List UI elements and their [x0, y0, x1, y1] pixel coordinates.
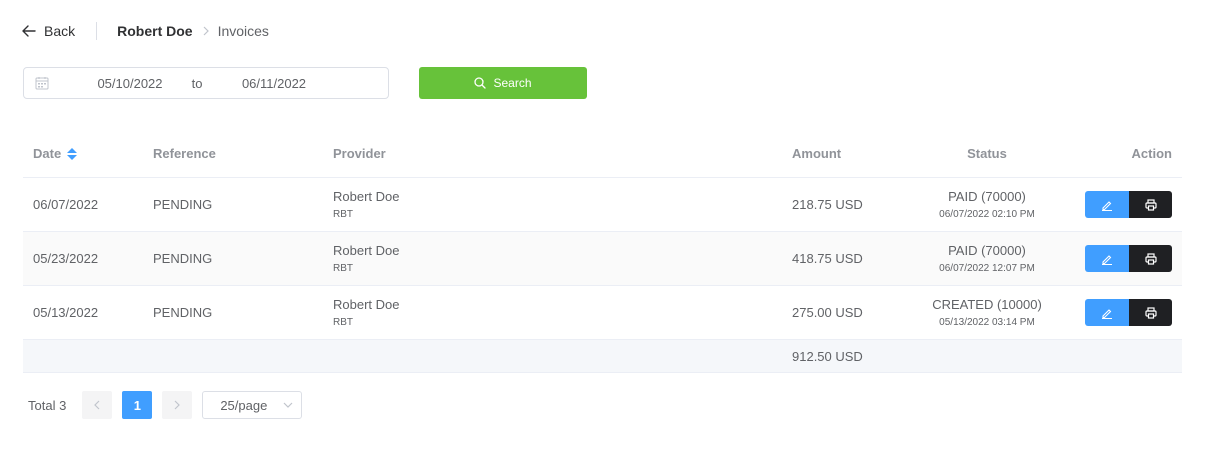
status-timestamp: 06/07/2022 12:07 PM: [939, 263, 1035, 274]
row-actions: [1085, 286, 1172, 339]
row-amount: 418.75 USD: [792, 251, 863, 266]
column-header-date[interactable]: Date: [33, 130, 78, 177]
printer-icon: [1144, 252, 1157, 265]
header-divider: [96, 22, 98, 40]
edit-icon: [1102, 200, 1112, 211]
arrow-left-icon: [22, 25, 36, 37]
column-header-action: Action: [1131, 146, 1172, 161]
status-text: PAID (70000): [948, 189, 1026, 204]
breadcrumb-page: Invoices: [217, 23, 269, 39]
chevron-down-icon: [283, 402, 293, 408]
breadcrumb: Robert Doe Invoices: [117, 23, 269, 39]
provider-name: Robert Doe: [333, 243, 400, 258]
search-icon: [474, 77, 487, 89]
status-timestamp: 05/13/2022 03:14 PM: [939, 317, 1035, 328]
end-date-input[interactable]: 06/11/2022: [224, 76, 324, 91]
table-header: Date Reference Provider Amount Status Ac…: [23, 130, 1182, 178]
row-status: CREATED (10000) 05/13/2022 03:14 PM: [897, 286, 1077, 339]
row-reference: PENDING: [153, 251, 213, 266]
page-size-select[interactable]: 25/page: [202, 391, 303, 419]
chevron-left-icon: [94, 400, 100, 410]
edit-icon: [1102, 308, 1112, 319]
next-page-button[interactable]: [162, 391, 193, 419]
row-provider: Robert Doe RBT: [333, 178, 399, 231]
column-header-reference: Reference: [153, 146, 216, 161]
pagination: Total 3 1 25/page: [28, 391, 303, 419]
calendar-icon: [35, 77, 49, 90]
breadcrumb-user[interactable]: Robert Doe: [117, 23, 192, 39]
row-date: 05/13/2022: [33, 305, 99, 320]
table-row: 05/13/2022 PENDING Robert Doe RBT 275.00…: [23, 286, 1182, 340]
date-range-separator: to: [191, 75, 203, 91]
edit-icon: [1102, 254, 1112, 265]
column-header-status: Status: [967, 146, 1007, 161]
chevron-right-icon: [174, 400, 181, 410]
column-header-amount: Amount: [792, 146, 842, 161]
table-row: 06/07/2022 PENDING Robert Doe RBT 218.75…: [23, 178, 1182, 232]
page-size-value: 25/page: [220, 397, 268, 413]
chevron-right-icon: [203, 26, 209, 36]
summary-amount: 912.50 USD: [792, 348, 863, 364]
prev-page-button[interactable]: [82, 391, 113, 419]
row-provider: Robert Doe RBT: [333, 286, 399, 339]
search-button-label: Search: [493, 76, 532, 90]
row-status: PAID (70000) 06/07/2022 12:07 PM: [897, 232, 1077, 285]
row-date: 06/07/2022: [33, 197, 99, 212]
column-header-provider: Provider: [333, 146, 386, 161]
print-button[interactable]: [1129, 299, 1172, 326]
status-text: CREATED (10000): [932, 297, 1042, 312]
status-text: PAID (70000): [948, 243, 1026, 258]
edit-button[interactable]: [1085, 299, 1129, 326]
row-actions: [1085, 178, 1172, 231]
table-summary-row: 912.50 USD: [23, 340, 1182, 373]
page-number-current[interactable]: 1: [122, 391, 153, 419]
provider-code: RBT: [333, 317, 353, 328]
print-button[interactable]: [1129, 245, 1172, 272]
row-reference: PENDING: [153, 197, 213, 212]
back-label: Back: [44, 23, 76, 39]
provider-name: Robert Doe: [333, 189, 400, 204]
provider-code: RBT: [333, 209, 353, 220]
edit-button[interactable]: [1085, 245, 1129, 272]
row-provider: Robert Doe RBT: [333, 232, 399, 285]
page-header: Back Robert Doe Invoices: [22, 20, 269, 42]
back-button[interactable]: Back: [22, 23, 75, 39]
printer-icon: [1144, 306, 1157, 319]
status-timestamp: 06/07/2022 02:10 PM: [939, 209, 1035, 220]
row-actions: [1085, 232, 1172, 285]
invoices-table: Date Reference Provider Amount Status Ac…: [23, 130, 1182, 373]
search-button[interactable]: Search: [419, 67, 587, 99]
date-range-picker[interactable]: 05/10/2022 to 06/11/2022: [23, 67, 389, 99]
pagination-total: Total 3: [28, 397, 67, 413]
row-status: PAID (70000) 06/07/2022 02:10 PM: [897, 178, 1077, 231]
row-reference: PENDING: [153, 305, 213, 320]
start-date-input[interactable]: 05/10/2022: [87, 76, 173, 91]
row-amount: 218.75 USD: [792, 197, 863, 212]
provider-name: Robert Doe: [333, 297, 400, 312]
provider-code: RBT: [333, 263, 353, 274]
printer-icon: [1144, 198, 1157, 211]
row-amount: 275.00 USD: [792, 305, 863, 320]
sort-icon[interactable]: [67, 147, 78, 160]
column-date-label: Date: [33, 146, 62, 161]
edit-button[interactable]: [1085, 191, 1129, 218]
row-date: 05/23/2022: [33, 251, 99, 266]
print-button[interactable]: [1129, 191, 1172, 218]
table-row: 05/23/2022 PENDING Robert Doe RBT 418.75…: [23, 232, 1182, 286]
